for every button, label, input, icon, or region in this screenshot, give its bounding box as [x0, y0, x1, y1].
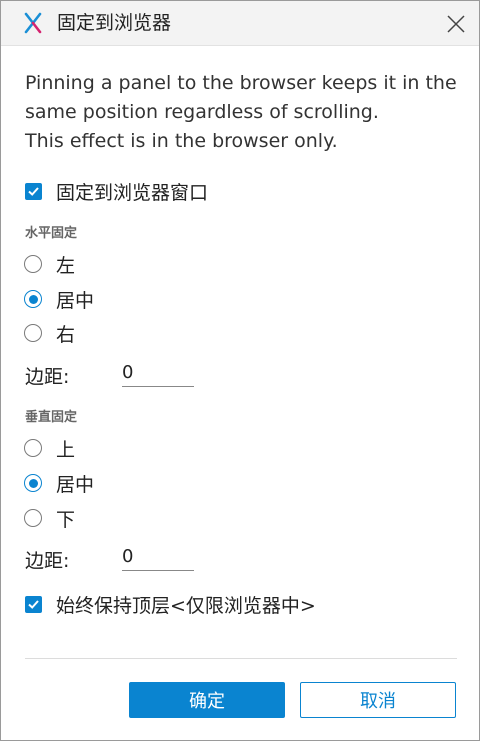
vertical-section-title: 垂直固定 [25, 410, 78, 425]
vertical-margin-input[interactable] [122, 543, 194, 571]
description-line: This effect is in the browser only. [25, 130, 338, 152]
radio-label: 左 [56, 254, 76, 277]
radio-button[interactable] [24, 474, 42, 492]
radio-label: 上 [56, 438, 76, 461]
radio-label: 居中 [56, 473, 95, 496]
radio-label: 居中 [56, 289, 95, 312]
vertical-radio-bottom[interactable]: 下 [24, 506, 76, 531]
checkmark-icon [28, 186, 39, 196]
horizontal-section-title: 水平固定 [25, 226, 78, 241]
ok-button[interactable]: 确定 [129, 682, 285, 718]
dialog-title: 固定到浏览器 [57, 12, 172, 34]
radio-dot [28, 294, 38, 304]
vertical-radio-center[interactable]: 居中 [24, 471, 95, 496]
radio-button[interactable] [24, 324, 42, 342]
radio-label: 右 [56, 323, 76, 346]
axure-x-icon [23, 12, 43, 34]
description-line: Pinning a panel to the browser keeps it … [25, 72, 457, 94]
pin-to-browser-checkbox[interactable] [25, 182, 42, 200]
radio-button[interactable] [24, 439, 42, 457]
footer-divider [25, 658, 457, 659]
always-on-top-label: 始终保持顶层<仅限浏览器中> [56, 594, 316, 617]
pin-to-browser-checkbox-row[interactable]: 固定到浏览器窗口 [25, 179, 209, 204]
radio-button[interactable] [24, 290, 42, 308]
horizontal-radio-right[interactable]: 右 [24, 321, 76, 346]
description-line: same position regardless of scrolling. [25, 101, 379, 123]
pin-to-browser-label: 固定到浏览器窗口 [56, 181, 209, 204]
cancel-button[interactable]: 取消 [300, 682, 456, 718]
radio-label: 下 [56, 508, 76, 531]
vertical-margin-label: 边距: [25, 550, 70, 572]
radio-button[interactable] [24, 509, 42, 527]
radio-dot [28, 478, 38, 488]
horizontal-radio-left[interactable]: 左 [24, 252, 76, 277]
always-on-top-checkbox-row[interactable]: 始终保持顶层<仅限浏览器中> [25, 592, 316, 617]
always-on-top-checkbox[interactable] [25, 595, 42, 613]
horizontal-radio-center[interactable]: 居中 [24, 287, 95, 312]
checkmark-icon [28, 599, 39, 609]
title-bar: 固定到浏览器 [1, 1, 479, 46]
horizontal-margin-input[interactable] [122, 359, 194, 387]
radio-button[interactable] [24, 255, 42, 273]
close-icon[interactable] [443, 11, 469, 37]
horizontal-margin-label: 边距: [25, 366, 70, 388]
description: Pinning a panel to the browser keeps it … [25, 69, 465, 156]
pin-to-browser-dialog: 固定到浏览器 Pinning a panel to the browser ke… [0, 0, 480, 741]
vertical-radio-top[interactable]: 上 [24, 436, 76, 461]
